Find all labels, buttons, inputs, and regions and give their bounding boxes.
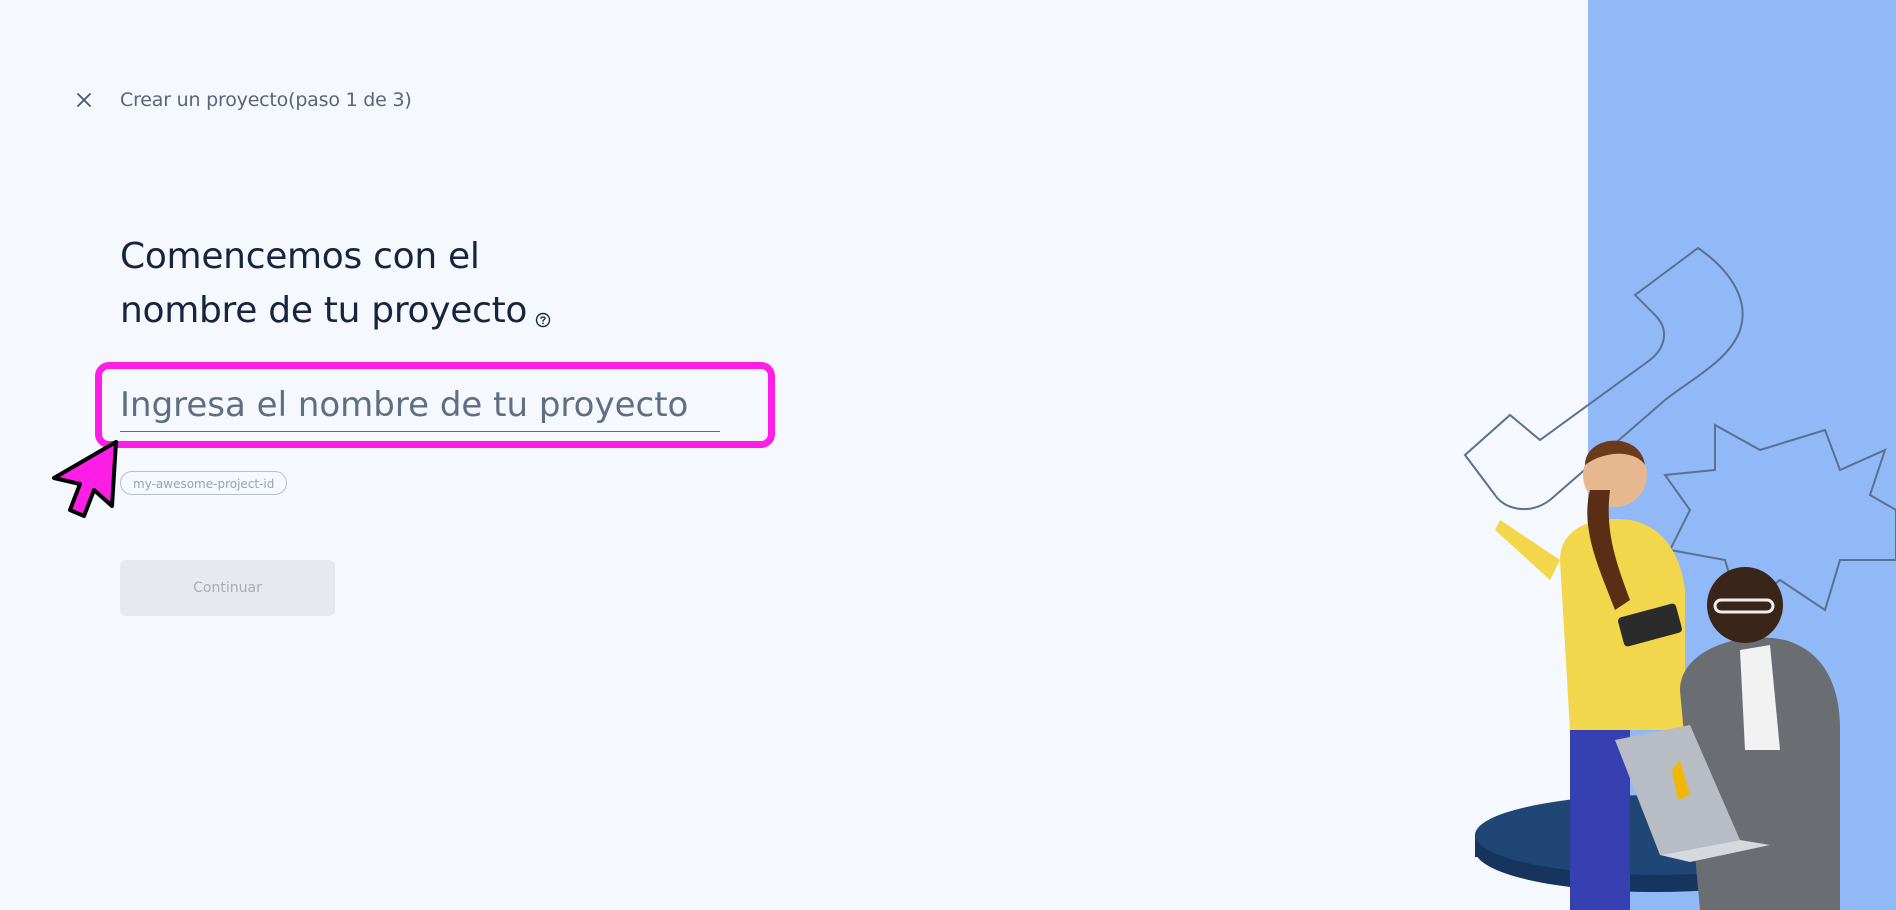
- cursor-arrow-icon: [52, 440, 118, 518]
- step-title: Crear un proyecto(paso 1 de 3): [120, 89, 412, 111]
- input-highlight-box: [95, 362, 775, 448]
- page-heading: Comencemos con el nombre de tu proyecto: [120, 230, 551, 338]
- continue-button[interactable]: Continuar: [120, 560, 335, 616]
- heading-line-2-wrap: nombre de tu proyecto: [120, 284, 551, 338]
- project-id-chip[interactable]: my-awesome-project-id: [120, 471, 288, 495]
- help-circle-icon[interactable]: [535, 290, 551, 328]
- close-button[interactable]: [70, 86, 98, 114]
- close-icon: [77, 93, 91, 107]
- heading-line-1: Comencemos con el: [120, 236, 480, 277]
- heading-line-2: nombre de tu proyecto: [120, 290, 528, 331]
- create-project-page: Crear un proyecto(paso 1 de 3) Comencemo…: [0, 0, 1896, 910]
- team-illustration: [1463, 246, 1896, 910]
